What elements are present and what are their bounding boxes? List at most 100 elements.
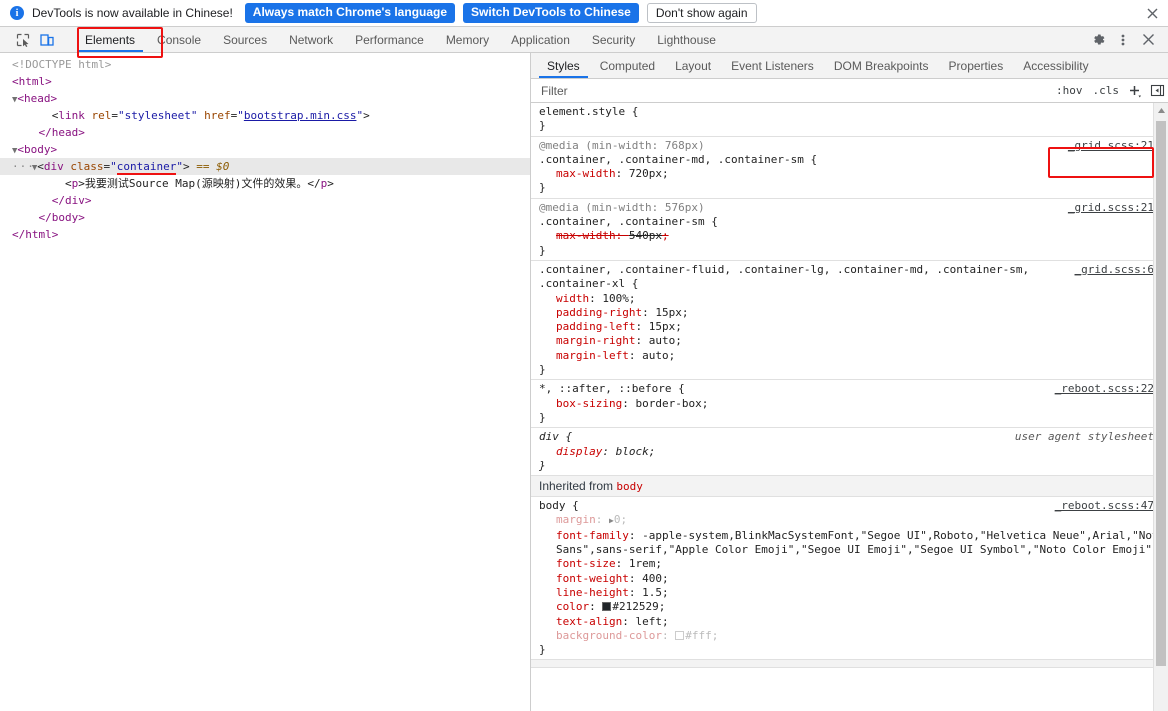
css-property-value[interactable]: 100% [602,292,629,305]
css-property-value[interactable]: 15px [649,320,676,333]
tab-styles[interactable]: Styles [537,53,590,78]
stylesheet-origin-link[interactable]: _grid.scss:21 [1068,201,1154,215]
always-match-chrome-language-button[interactable]: Always match Chrome's language [244,3,456,23]
css-declaration[interactable]: box-sizing: border-box; [539,397,1168,411]
dom-row-selected[interactable]: ··· ▼<div class="container"> == $0 [0,158,530,175]
css-declaration[interactable]: margin-left: auto; [539,349,1168,363]
css-rule-universal[interactable]: _reboot.scss:22 *, ::after, ::before { b… [531,380,1168,429]
css-property-name[interactable]: background-color [556,629,662,642]
css-property-name[interactable]: color [556,600,589,613]
rule-selector[interactable]: body [539,499,566,512]
tab-performance[interactable]: Performance [344,27,435,52]
css-rule-body[interactable]: _reboot.scss:47 body { margin: ▶0; font-… [531,497,1168,661]
css-declaration[interactable]: background-color: #fff; [539,629,1168,643]
stylesheet-origin-link[interactable]: _reboot.scss:47 [1055,499,1154,513]
rule-selector[interactable]: .container, .container-md, .container-sm [539,153,804,166]
rule-selector[interactable]: *, ::after, ::before [539,382,671,395]
tab-layout[interactable]: Layout [665,53,721,78]
tab-lighthouse[interactable]: Lighthouse [646,27,727,52]
css-property-value[interactable]: left [635,615,662,628]
tab-computed[interactable]: Computed [590,53,665,78]
dom-row[interactable]: </div> [0,192,530,209]
element-badge-icon[interactable]: ··· [12,158,35,175]
scroll-up-icon[interactable] [1154,103,1168,117]
css-property-name[interactable]: width [556,292,589,305]
rule-selector[interactable]: element.style [539,105,625,118]
stylesheet-origin-link[interactable]: _grid.scss:21 [1068,139,1154,153]
css-property-value[interactable]: 540px [629,229,662,242]
css-property-value[interactable]: border-box [635,397,701,410]
stylesheet-origin-link[interactable]: _grid.scss:6 [1075,263,1154,277]
close-icon[interactable] [1144,5,1160,21]
new-style-rule-icon[interactable] [1124,80,1146,102]
tab-network[interactable]: Network [278,27,344,52]
css-declaration[interactable]: font-family: -apple-system,BlinkMacSyste… [539,529,1168,558]
rule-selector[interactable]: .container, .container-fluid, .container… [539,263,1036,290]
dom-row[interactable]: <link rel="stylesheet" href="bootstrap.m… [0,107,530,124]
css-property-name[interactable]: max-width [556,229,616,242]
css-property-value[interactable]: -apple-system,BlinkMacSystemFont,"Segoe … [556,529,1168,556]
tab-elements[interactable]: Elements [74,27,146,52]
css-rule-element-style[interactable]: element.style { } [531,103,1168,137]
css-property-value[interactable]: 400 [642,572,662,585]
tab-memory[interactable]: Memory [435,27,500,52]
tab-dom-breakpoints[interactable]: DOM Breakpoints [824,53,939,78]
css-property-value[interactable]: 1.5 [642,586,662,599]
css-declaration[interactable]: color: #212529; [539,600,1168,614]
css-declaration[interactable]: width: 100%; [539,292,1168,306]
inspect-element-icon[interactable] [14,31,32,49]
dom-row[interactable]: </head> [0,124,530,141]
css-property-value[interactable]: 720px [629,167,662,180]
css-property-value[interactable]: auto [642,349,669,362]
css-property-value[interactable]: auto [649,334,676,347]
rule-selector[interactable]: .container, .container-sm [539,215,705,228]
css-declaration-overridden[interactable]: max-width: 540px; [539,229,1168,243]
css-declaration[interactable]: margin: ▶0; [539,513,1168,528]
css-declaration[interactable]: padding-left: 15px; [539,320,1168,334]
close-devtools-icon[interactable] [1136,28,1160,52]
tab-console[interactable]: Console [146,27,212,52]
css-property-name[interactable]: margin [556,513,596,526]
css-property-name[interactable]: font-family [556,529,629,542]
css-property-value[interactable]: #fff [685,629,712,642]
color-swatch[interactable] [675,630,685,640]
css-property-name[interactable]: text-align [556,615,622,628]
css-property-value[interactable]: 1rem [629,557,656,570]
dom-tree-pane[interactable]: <!DOCTYPE html> <html> ▼<head> <link rel… [0,53,531,711]
dom-row[interactable]: </html> [0,226,530,243]
settings-gear-icon[interactable] [1086,28,1110,52]
tab-accessibility[interactable]: Accessibility [1013,53,1098,78]
color-swatch[interactable] [602,602,612,612]
tab-event-listeners[interactable]: Event Listeners [721,53,824,78]
inherited-source-element[interactable]: body [616,480,643,493]
dom-row[interactable]: <html> [0,73,530,90]
dont-show-again-button[interactable]: Don't show again [646,3,757,23]
dom-row[interactable]: </body> [0,209,530,226]
dom-row[interactable]: <p>我要测试Source Map(源映射)文件的效果。</p> [0,175,530,192]
css-rule-user-agent-div[interactable]: user agent stylesheet div { display: blo… [531,428,1168,477]
device-toolbar-icon[interactable] [38,31,56,49]
css-property-name[interactable]: padding-right [556,306,642,319]
tab-sources[interactable]: Sources [212,27,278,52]
css-property-name[interactable]: margin-left [556,349,629,362]
scrollbar-thumb[interactable] [1156,121,1166,666]
css-property-name[interactable]: line-height [556,586,629,599]
css-property-name[interactable]: box-sizing [556,397,622,410]
css-declaration[interactable]: font-weight: 400; [539,572,1168,586]
switch-devtools-to-chinese-button[interactable]: Switch DevTools to Chinese [463,3,639,23]
css-property-name[interactable]: font-weight [556,572,629,585]
stylesheet-origin-link[interactable]: _reboot.scss:22 [1055,382,1154,396]
tab-properties[interactable]: Properties [939,53,1014,78]
css-declaration[interactable]: text-align: left; [539,615,1168,629]
css-rule-grid-576[interactable]: _grid.scss:21 @media (min-width: 576px) … [531,199,1168,261]
css-property-name[interactable]: max-width [556,167,616,180]
css-property-value[interactable]: #212529 [612,600,658,613]
tab-application[interactable]: Application [500,27,581,52]
dom-row[interactable]: ▼<body> [0,141,530,158]
css-declaration[interactable]: font-size: 1rem; [539,557,1168,571]
css-property-value[interactable]: 15px [655,306,682,319]
css-property-name[interactable]: padding-left [556,320,635,333]
stylesheet-href-link[interactable]: bootstrap.min.css [244,109,357,122]
styles-scrollbar[interactable] [1153,103,1168,711]
toggle-element-state-button[interactable]: :hov [1051,80,1088,102]
